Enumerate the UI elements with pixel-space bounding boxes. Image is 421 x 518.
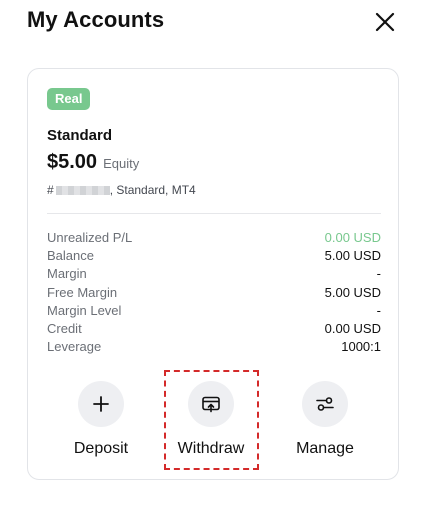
stat-row-credit: Credit 0.00 USD xyxy=(47,320,381,338)
deposit-icon-circle[interactable] xyxy=(78,381,124,427)
stat-label: Unrealized P/L xyxy=(47,230,133,245)
balance-row: $5.00 Equity xyxy=(47,151,139,174)
withdraw-button[interactable]: Withdraw xyxy=(161,381,261,458)
balance-amount: $5.00 xyxy=(47,151,98,173)
stat-value: 1000:1 xyxy=(341,339,381,355)
stat-label: Margin xyxy=(47,266,87,282)
close-button[interactable] xyxy=(374,11,396,33)
stat-value: - xyxy=(376,302,381,318)
stat-row-margin: Margin - xyxy=(47,265,381,283)
stat-row-unrealized-pl: Unrealized P/L 0.00 USD xyxy=(47,229,381,247)
stat-row-leverage: Leverage 1000:1 xyxy=(47,338,381,356)
account-id-row: # , Standard, MT4 xyxy=(47,183,196,197)
stat-label: Margin Level xyxy=(47,302,122,318)
stat-row-margin-level: Margin Level - xyxy=(47,302,381,320)
stat-value: 5.00 USD xyxy=(324,248,381,264)
stat-label: Free Margin xyxy=(47,284,118,300)
stat-label: Balance xyxy=(47,248,94,264)
deposit-label[interactable]: Deposit xyxy=(74,440,128,458)
masked-account-number xyxy=(55,185,110,195)
account-stats: Unrealized P/L 0.00 USD Balance 5.00 USD… xyxy=(47,229,381,356)
sliders-icon xyxy=(316,397,334,411)
stat-row-balance: Balance 5.00 USD xyxy=(47,247,381,265)
manage-label[interactable]: Manage xyxy=(296,440,354,458)
balance-label: Equity xyxy=(103,156,140,171)
account-type-badge: Real xyxy=(47,88,91,110)
withdraw-icon-circle[interactable] xyxy=(188,381,234,427)
plus-icon xyxy=(93,396,109,412)
account-id-suffix: , Standard, MT4 xyxy=(109,183,196,197)
account-id-prefix: # xyxy=(47,183,54,197)
stat-value: 0.00 USD xyxy=(324,320,381,336)
account-card[interactable]: Real Standard $5.00 Equity # , Standard,… xyxy=(27,68,399,480)
close-icon xyxy=(375,12,395,32)
stat-value: 0.00 USD xyxy=(324,230,381,245)
account-name: Standard xyxy=(47,127,113,144)
divider xyxy=(47,213,381,214)
stat-label: Leverage xyxy=(47,339,102,355)
withdraw-card-icon xyxy=(202,396,220,413)
stat-label: Credit xyxy=(47,320,82,336)
withdraw-label[interactable]: Withdraw xyxy=(178,440,245,458)
manage-button[interactable]: Manage xyxy=(275,381,375,458)
manage-icon-circle[interactable] xyxy=(302,381,348,427)
page-title: My Accounts xyxy=(27,7,165,32)
stat-value: 5.00 USD xyxy=(324,284,381,300)
stat-row-free-margin: Free Margin 5.00 USD xyxy=(47,284,381,302)
stat-value: - xyxy=(376,266,381,282)
account-actions: Deposit Withdraw Manage xyxy=(28,381,400,471)
deposit-button[interactable]: Deposit xyxy=(51,381,151,458)
